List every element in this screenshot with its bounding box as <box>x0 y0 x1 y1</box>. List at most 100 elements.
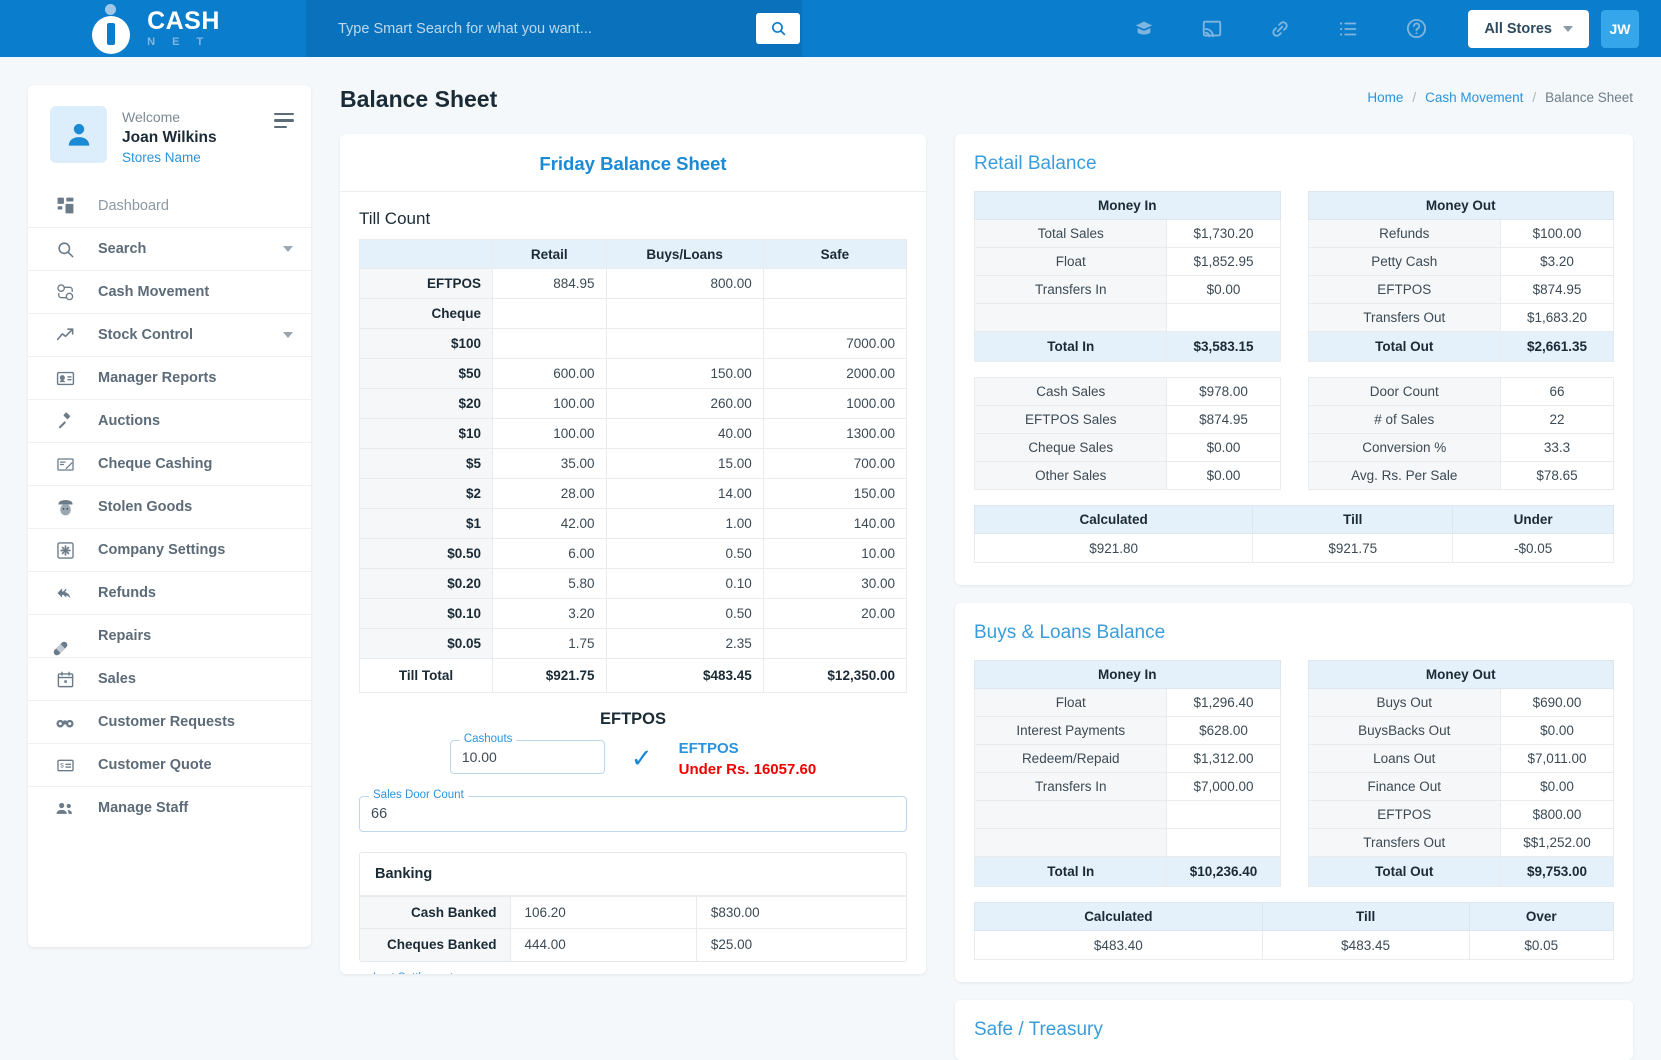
cast-icon[interactable] <box>1200 17 1224 41</box>
breadcrumb-home[interactable]: Home <box>1367 90 1403 105</box>
till-safe-value <box>763 269 906 299</box>
dashboard-icon <box>54 195 76 217</box>
table-row: Loans Out$7,011.00 <box>1308 745 1614 773</box>
sidebar-item-cheque-cashing[interactable]: Cheque Cashing <box>28 442 311 485</box>
sidebar-item-stock-control[interactable]: Stock Control <box>28 313 311 356</box>
sales-stat-value: $978.00 <box>1167 378 1280 406</box>
buys-money-in-key: Float <box>975 689 1167 717</box>
buys-cti-col-header: Calculated <box>975 903 1263 931</box>
sidebar-item-search[interactable]: Search <box>28 227 311 270</box>
sidebar-item-label: Stock Control <box>98 327 193 343</box>
banking-row-a: 444.00 <box>510 929 696 961</box>
receipt-icon: $ <box>54 754 76 776</box>
table-row: Buys Out$690.00 <box>1308 689 1614 717</box>
retail-money-out-key: EFTPOS <box>1308 276 1500 304</box>
sales-door-count-field[interactable]: Sales Door Count 66 <box>359 796 907 832</box>
table-row: $50600.00150.002000.00 <box>360 359 907 389</box>
retail-cti-value: $921.80 <box>975 534 1253 563</box>
buys-money-in-key: Interest Payments <box>975 717 1167 745</box>
table-row: $0.506.000.5010.00 <box>360 539 907 569</box>
table-row: Other Sales$0.00 <box>975 462 1281 490</box>
sidebar-item-sales[interactable]: Sales <box>28 657 311 700</box>
app-logo[interactable]: CASH N E T <box>0 0 306 57</box>
till-retail-value: 5.80 <box>493 569 607 599</box>
table-row: Cheques Banked444.00$25.00 <box>360 929 906 961</box>
retail-cti-col-header: Till <box>1253 506 1453 534</box>
breadcrumb-cash-movement[interactable]: Cash Movement <box>1425 90 1523 105</box>
table-row: $0.205.800.1030.00 <box>360 569 907 599</box>
buys-money-out-value: $7,011.00 <box>1500 745 1613 773</box>
search-button[interactable] <box>756 13 800 44</box>
retail-calculated-till-table: CalculatedTillUnder $921.80$921.75-$0.05 <box>974 505 1614 563</box>
binoculars-icon <box>54 711 76 733</box>
search-input[interactable] <box>338 21 718 37</box>
table-row: Cheque Sales$0.00 <box>975 434 1281 462</box>
sales-stat-key: Other Sales <box>975 462 1167 490</box>
logo-net-text: N E T <box>147 37 220 48</box>
sidebar-item-company-settings[interactable]: Company Settings <box>28 528 311 571</box>
retail-cti-col-header: Calculated <box>975 506 1253 534</box>
id-card-icon <box>54 367 76 389</box>
last-settlement-label: Last Settlement <box>369 972 457 975</box>
logo-cash-text: CASH <box>147 9 220 34</box>
table-row: Redeem/Repaid$1,312.00 <box>975 745 1281 773</box>
sidebar-item-manager-reports[interactable]: Manager Reports <box>28 356 311 399</box>
sidebar-item-cash-movement[interactable]: Cash Movement <box>28 270 311 313</box>
table-header-row: Money Out <box>1308 661 1614 689</box>
table-row: $1007000.00 <box>360 329 907 359</box>
till-total-safe: $12,350.00 <box>763 659 906 693</box>
buys-money-out-value: $800.00 <box>1500 801 1613 829</box>
retail-sales-stats-table: Cash Sales$978.00EFTPOS Sales$874.95Cheq… <box>974 377 1281 490</box>
table-row: Cash Banked106.20$830.00 <box>360 897 906 929</box>
till-safe-value: 10.00 <box>763 539 906 569</box>
buys-money-out-key: Finance Out <box>1308 773 1500 801</box>
sidebar-item-customer-requests[interactable]: Customer Requests <box>28 700 311 743</box>
till-retail-value: 3.20 <box>493 599 607 629</box>
buys-money-in-key <box>975 801 1167 829</box>
link-icon[interactable] <box>1268 17 1292 41</box>
sidebar-item-customer-quote[interactable]: $Customer Quote <box>28 743 311 786</box>
sidebar-item-manage-staff[interactable]: Manage Staff <box>28 786 311 829</box>
search-icon <box>770 20 787 37</box>
sidebar-toggle-icon[interactable] <box>274 113 294 132</box>
sidebar-item-label: Cash Movement <box>98 284 209 300</box>
till-col-header: Buys/Loans <box>606 240 763 269</box>
search-area <box>306 0 756 57</box>
till-safe-value: 1000.00 <box>763 389 906 419</box>
help-icon[interactable] <box>1404 17 1428 41</box>
retail-money-in-key: Transfers In <box>975 276 1167 304</box>
table-header-row: Money In <box>975 661 1281 689</box>
breadcrumb: Home / Cash Movement / Balance Sheet <box>1367 90 1633 105</box>
cashouts-field[interactable]: Cashouts 10.00 <box>450 740 605 774</box>
book-icon[interactable] <box>1132 17 1156 41</box>
banking-table: Cash Banked106.20$830.00Cheques Banked44… <box>360 896 906 961</box>
buys-cti-value: $0.05 <box>1469 931 1614 960</box>
retail-money-out-value: $3.20 <box>1500 248 1613 276</box>
till-retail-value <box>493 299 607 329</box>
table-row: Transfers In$7,000.00 <box>975 773 1281 801</box>
retail-cti-col-header: Under <box>1453 506 1614 534</box>
sidebar-item-stolen-goods[interactable]: Stolen Goods <box>28 485 311 528</box>
buys-money-in-value <box>1167 829 1280 857</box>
sidebar-item-refunds[interactable]: Refunds <box>28 571 311 614</box>
all-stores-dropdown[interactable]: All Stores <box>1468 10 1589 48</box>
buys-money-out-key: Loans Out <box>1308 745 1500 773</box>
table-header-row: CalculatedTillUnder <box>975 506 1614 534</box>
sidebar-item-repairs[interactable]: Repairs <box>28 614 311 657</box>
till-row-label: $0.20 <box>360 569 493 599</box>
banking-row-label: Cash Banked <box>360 897 510 929</box>
till-buys-value: 260.00 <box>606 389 763 419</box>
list-icon[interactable] <box>1336 17 1360 41</box>
buys-money-out-key: BuysBacks Out <box>1308 717 1500 745</box>
door-stat-value: 22 <box>1500 406 1613 434</box>
gear-box-icon <box>54 539 76 561</box>
avatar[interactable]: JW <box>1601 10 1639 48</box>
sidebar-item-label: Manage Staff <box>98 800 188 816</box>
store-name-link[interactable]: Stores Name <box>122 149 217 168</box>
sidebar-item-auctions[interactable]: Auctions <box>28 399 311 442</box>
till-row-label: $0.50 <box>360 539 493 569</box>
buys-money-in-key: Redeem/Repaid <box>975 745 1167 773</box>
banking-row-b: $25.00 <box>696 929 906 961</box>
sidebar-item-dashboard[interactable]: Dashboard <box>28 184 311 227</box>
till-retail-value: 884.95 <box>493 269 607 299</box>
